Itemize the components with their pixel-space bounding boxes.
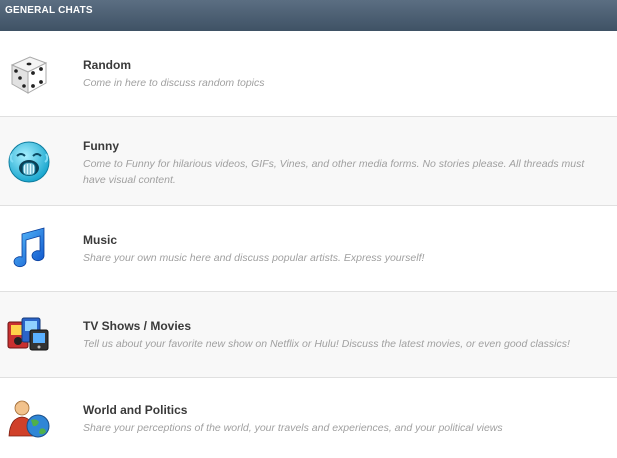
forum-row-world-politics[interactable]: World and Politics Share your perception… bbox=[0, 378, 617, 458]
music-note-icon bbox=[6, 224, 52, 270]
forum-row-tv-shows-movies[interactable]: TV Shows / Movies Tell us about your fav… bbox=[0, 292, 617, 378]
forum-title[interactable]: Music bbox=[83, 233, 607, 247]
forum-title[interactable]: World and Politics bbox=[83, 403, 607, 417]
forum-title[interactable]: Funny bbox=[83, 139, 607, 153]
forum-description: Tell us about your favorite new show on … bbox=[83, 338, 570, 350]
section-title: GENERAL CHATS bbox=[5, 5, 93, 16]
forum-row-music[interactable]: Music Share your own music here and disc… bbox=[0, 206, 617, 292]
forum-description: Share your own music here and discuss po… bbox=[83, 252, 425, 264]
forum-row-random[interactable]: Random Come in here to discuss random to… bbox=[0, 31, 617, 117]
forum-description: Come to Funny for hilarious videos, GIFs… bbox=[83, 158, 585, 186]
forum-description: Share your perceptions of the world, you… bbox=[83, 422, 503, 434]
forum-row-funny[interactable]: Funny Come to Funny for hilarious videos… bbox=[0, 117, 617, 206]
forum-description: Come in here to discuss random topics bbox=[83, 77, 265, 89]
globe-person-icon bbox=[6, 396, 52, 442]
section-header: GENERAL CHATS bbox=[0, 0, 617, 31]
tv-movies-icon bbox=[6, 312, 52, 358]
laughing-face-icon bbox=[6, 139, 52, 185]
dice-icon bbox=[6, 51, 52, 97]
forum-title[interactable]: TV Shows / Movies bbox=[83, 319, 607, 333]
forum-title[interactable]: Random bbox=[83, 58, 607, 72]
